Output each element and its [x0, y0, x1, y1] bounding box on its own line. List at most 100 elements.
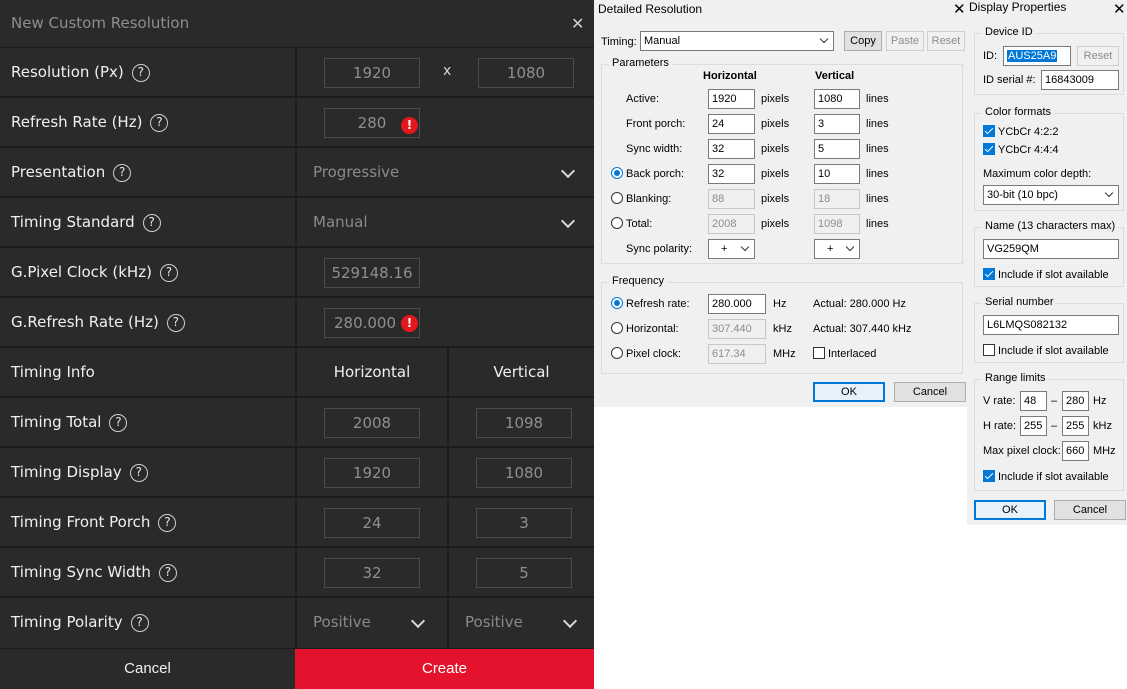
timing-front-porch-h-input[interactable]: 24 — [324, 508, 420, 538]
active-h-input[interactable]: 1920 — [708, 89, 755, 109]
h-rate-max-input[interactable]: 255 — [1062, 416, 1089, 436]
refresh-rate-label: Refresh Rate (Hz) — [11, 113, 143, 131]
include-range-checkbox[interactable] — [983, 470, 995, 482]
id-serial-input[interactable]: 16843009 — [1041, 70, 1119, 90]
sync-polarity-h-select[interactable]: + — [708, 239, 755, 259]
horizontal-actual: Actual: 307.440 kHz — [813, 323, 912, 335]
total-h-unit: pixels — [761, 218, 790, 230]
ycbcr444-checkbox[interactable] — [983, 143, 995, 155]
cancel-button[interactable]: Cancel — [894, 382, 966, 402]
paste-button[interactable]: Paste — [886, 31, 924, 51]
timing-select[interactable]: Manual — [640, 31, 834, 51]
total-label: Total: — [626, 218, 653, 230]
total-radio[interactable] — [611, 217, 623, 229]
cancel-button[interactable]: Cancel — [0, 649, 295, 689]
pixel-clock-radio[interactable] — [611, 347, 623, 359]
error-icon: ! — [401, 117, 418, 134]
name-input[interactable]: VG259QM — [983, 239, 1119, 259]
timing-front-porch-v-input[interactable]: 3 — [476, 508, 572, 538]
sync-width-v-input[interactable]: 5 — [814, 139, 860, 159]
create-button[interactable]: Create — [295, 649, 594, 689]
timing-sync-width-h-input[interactable]: 32 — [324, 558, 420, 588]
back-porch-radio[interactable] — [611, 167, 623, 179]
chevron-down-icon — [410, 613, 426, 629]
help-icon[interactable]: ? — [158, 513, 177, 532]
total-h-input[interactable]: 2008 — [708, 214, 755, 234]
blanking-v-input[interactable]: 18 — [814, 189, 860, 209]
help-icon[interactable]: ? — [142, 213, 161, 232]
refresh-rate-input[interactable]: 280.000 — [708, 294, 766, 314]
horizontal-input[interactable]: 307.440 — [708, 319, 766, 339]
blanking-radio[interactable] — [611, 192, 623, 204]
max-color-depth-label: Maximum color depth: — [983, 168, 1092, 180]
help-icon[interactable]: ? — [159, 263, 178, 282]
sync-width-h-unit: pixels — [761, 143, 790, 155]
include-serial-checkbox[interactable] — [983, 344, 995, 356]
max-pixel-clock-label: Max pixel clock: — [983, 445, 1061, 457]
help-icon[interactable]: ? — [166, 313, 185, 332]
refresh-rate-radio[interactable] — [611, 297, 623, 309]
close-icon[interactable]: ✕ — [1113, 0, 1126, 18]
detailed-resolution-title: Detailed Resolution — [598, 2, 703, 16]
sync-polarity-v-select[interactable]: + — [814, 239, 860, 259]
copy-button[interactable]: Copy — [844, 31, 882, 51]
serial-number-input[interactable]: L6LMQS082132 — [983, 315, 1119, 335]
help-icon[interactable]: ? — [158, 563, 177, 582]
presentation-value: Progressive — [313, 163, 400, 181]
sync-width-h-input[interactable]: 32 — [708, 139, 755, 159]
timing-display-h-input[interactable]: 1920 — [324, 458, 420, 488]
v-rate-max-input[interactable]: 280 — [1062, 391, 1089, 411]
h-rate-min-input[interactable]: 255 — [1020, 416, 1047, 436]
v-rate-min-input[interactable]: 48 — [1020, 391, 1047, 411]
timing-total-h-input[interactable]: 2008 — [324, 408, 420, 438]
include-name-checkbox[interactable] — [983, 268, 995, 280]
id-reset-button[interactable]: Reset — [1077, 46, 1119, 66]
total-v-input[interactable]: 1098 — [814, 214, 860, 234]
presentation-label: Presentation — [11, 163, 106, 181]
timing-total-v-input[interactable]: 1098 — [476, 408, 572, 438]
help-icon[interactable]: ? — [131, 63, 150, 82]
max-pixel-clock-input[interactable]: 660 — [1062, 441, 1089, 461]
help-icon[interactable]: ? — [129, 463, 148, 482]
close-icon[interactable]: ✕ — [571, 14, 584, 33]
front-porch-v-input[interactable]: 3 — [814, 114, 860, 134]
help-icon[interactable]: ? — [150, 113, 169, 132]
sync-polarity-v-value: + — [827, 243, 834, 255]
ok-button[interactable]: OK — [813, 382, 885, 402]
max-color-depth-select[interactable]: 30-bit (10 bpc) — [983, 185, 1119, 205]
back-porch-v-input[interactable]: 10 — [814, 164, 860, 184]
timing-display-label: Timing Display — [11, 463, 122, 481]
row-timing-polarity: Timing Polarity? Positive Positive — [0, 598, 594, 649]
id-serial-label: ID serial #: — [983, 74, 1036, 86]
resolution-width-input[interactable]: 1920 — [324, 58, 420, 88]
active-v-input[interactable]: 1080 — [814, 89, 860, 109]
blanking-h-input[interactable]: 88 — [708, 189, 755, 209]
help-icon[interactable]: ? — [113, 163, 132, 182]
ycbcr422-checkbox[interactable] — [983, 125, 995, 137]
close-icon[interactable]: ✕ — [953, 0, 966, 18]
pixel-clock-input[interactable]: 617.34 — [708, 344, 766, 364]
total-v-unit: lines — [866, 218, 889, 230]
help-icon[interactable]: ? — [130, 613, 149, 632]
new-custom-resolution-dialog: New Custom Resolution ✕ Resolution (Px)?… — [0, 0, 594, 689]
cancel-button[interactable]: Cancel — [1054, 500, 1126, 520]
ok-button[interactable]: OK — [974, 500, 1046, 520]
horizontal-radio[interactable] — [611, 322, 623, 334]
help-icon[interactable]: ? — [109, 413, 128, 432]
interlaced-label: Interlaced — [828, 348, 877, 360]
timing-info-label: Timing Info — [11, 363, 95, 381]
display-properties-dialog: Display Properties Device ID ID: AUS25A9… — [967, 0, 1127, 525]
grefresh-rate-label: G.Refresh Rate (Hz) — [11, 313, 159, 331]
gpixel-clock-input[interactable]: 529148.16 — [324, 258, 420, 288]
resolution-height-input[interactable]: 1080 — [478, 58, 574, 88]
parameters-title: Parameters — [609, 57, 672, 69]
back-porch-h-input[interactable]: 32 — [708, 164, 755, 184]
front-porch-h-input[interactable]: 24 — [708, 114, 755, 134]
interlaced-checkbox[interactable] — [813, 347, 825, 359]
front-porch-label: Front porch: — [626, 118, 686, 130]
id-input[interactable]: AUS25A9 — [1003, 46, 1071, 66]
timing-sync-width-v-input[interactable]: 5 — [476, 558, 572, 588]
reset-button[interactable]: Reset — [927, 31, 965, 51]
chevron-down-icon — [560, 213, 576, 229]
timing-display-v-input[interactable]: 1080 — [476, 458, 572, 488]
